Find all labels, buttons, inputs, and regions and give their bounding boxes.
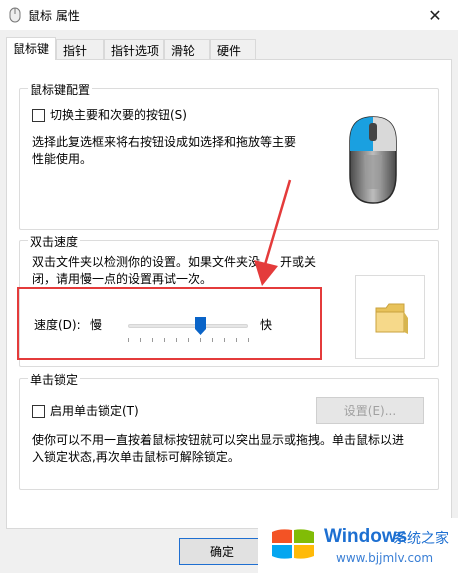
- click-lock-label[interactable]: 启用单击锁定(T): [50, 403, 139, 420]
- double-click-desc-2: 闭，请用慢一点的设置再试一次。: [32, 272, 213, 286]
- test-folder-area[interactable]: [355, 275, 425, 359]
- tab-pointers[interactable]: 指针: [56, 39, 104, 59]
- button-config-desc-1: 选择此复选框来将右按钮设成如选择和拖放等主要: [32, 135, 297, 149]
- double-click-desc-1: 双击文件夹以检测你的设置。如果文件夹没: [32, 255, 261, 269]
- click-lock-desc-1: 使你可以不用一直按着鼠标按钮就可以突出显示或拖拽。单击鼠标以进: [32, 433, 405, 447]
- windows-logo-icon: [272, 529, 314, 559]
- tab-wheel[interactable]: 滑轮: [164, 39, 210, 59]
- button-config-desc-2: 性能使用。: [32, 152, 93, 166]
- tab-pointer-options[interactable]: 指针选项: [104, 39, 164, 59]
- folder-icon[interactable]: [374, 300, 408, 336]
- click-lock-desc-2: 入锁定状态,再次单击鼠标可解除锁定。: [32, 450, 240, 464]
- speed-highlight-box: [17, 287, 322, 360]
- watermark: Windows 系统之家 www.bjjmlv.com: [258, 518, 458, 573]
- button-config-title: 鼠标键配置: [28, 81, 93, 98]
- click-lock-settings-button[interactable]: 设置(E)...: [316, 397, 424, 424]
- switch-buttons-checkbox[interactable]: [32, 109, 45, 122]
- double-click-title: 双击速度: [28, 233, 81, 250]
- mouse-app-icon: [9, 7, 21, 23]
- click-lock-group: 单击锁定 启用单击锁定(T) 设置(E)... 使你可以不用一直按着鼠标按钮就可…: [19, 371, 439, 490]
- button-config-group: 鼠标键配置 切换主要和次要的按钮(S) 选择此复选框来将右按钮设成如选择和拖放等…: [19, 81, 439, 230]
- window-title: 鼠标 属性: [28, 9, 80, 23]
- close-button[interactable]: ✕: [412, 0, 458, 30]
- tab-strip: 鼠标键 指针 指针选项 滑轮 硬件: [6, 37, 452, 60]
- click-lock-checkbox[interactable]: [32, 405, 45, 418]
- switch-buttons-label[interactable]: 切换主要和次要的按钮(S): [50, 107, 187, 124]
- watermark-cn: 系统之家: [393, 531, 449, 547]
- watermark-url: www.bjjmlv.com: [336, 551, 434, 565]
- tab-hardware[interactable]: 硬件: [210, 39, 256, 59]
- mouse-illustration-icon: [349, 116, 397, 204]
- ok-button[interactable]: 确定: [179, 538, 265, 565]
- title-bar: 鼠标 属性 ✕: [0, 0, 458, 30]
- tab-buttons[interactable]: 鼠标键: [6, 37, 56, 60]
- annotation-arrow-icon: [254, 179, 292, 286]
- click-lock-title: 单击锁定: [28, 371, 81, 388]
- close-icon: ✕: [428, 5, 442, 25]
